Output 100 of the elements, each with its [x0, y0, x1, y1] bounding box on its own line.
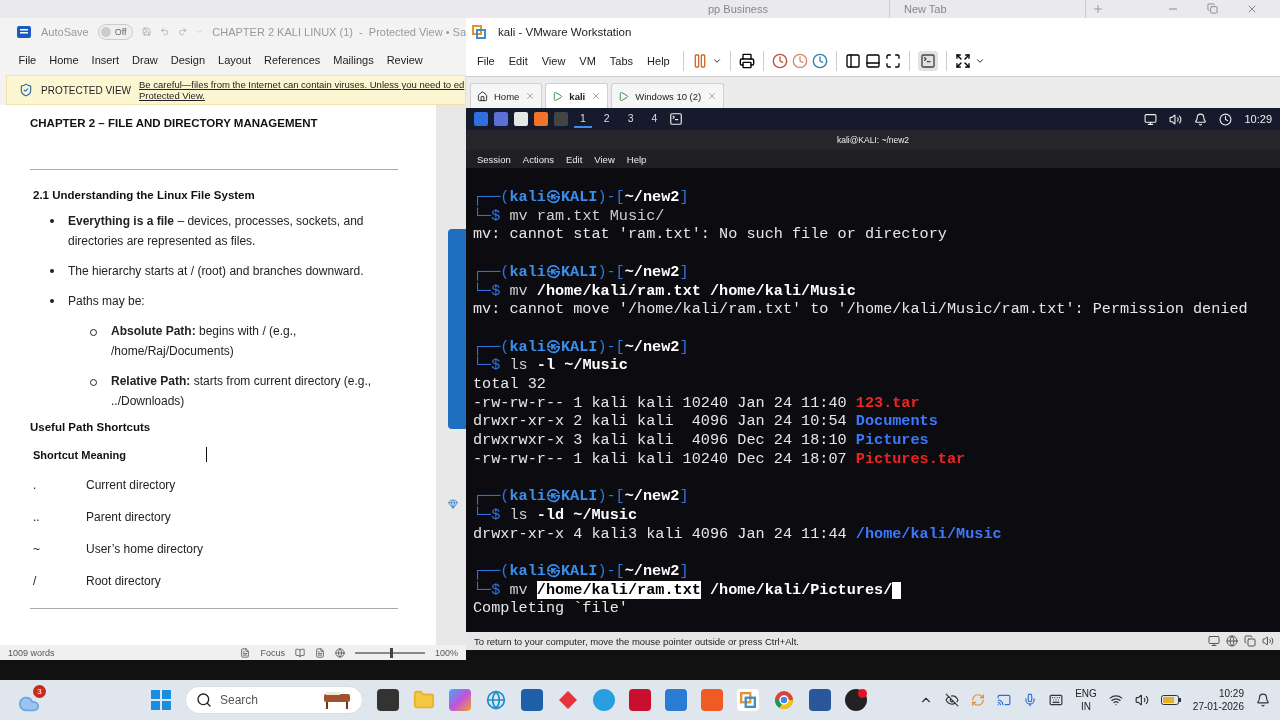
edge-icon[interactable] [485, 689, 507, 711]
table-cell-text: . [32, 478, 38, 494]
microphone-icon[interactable] [1023, 693, 1038, 707]
terminal-line: ┌──(kali㉿KALI)-[~/new2] [473, 562, 689, 580]
language-indicator[interactable]: ENG IN [1075, 687, 1097, 713]
table-cell-text: Root directory [86, 574, 161, 590]
close-icon[interactable] [707, 91, 718, 101]
notifications-icon[interactable] [1256, 693, 1270, 707]
menu-item[interactable]: View [589, 153, 620, 165]
table-cell-text: ~ [32, 542, 41, 558]
workspace-button[interactable]: 1 [574, 110, 592, 128]
window-title: kali - VMware Workstation [498, 25, 632, 38]
menu-item[interactable]: Edit [503, 54, 533, 67]
menu-item[interactable]: Help [642, 54, 675, 67]
ribbon-tab[interactable]: Home [42, 54, 86, 66]
home-icon [477, 90, 488, 102]
menu-item[interactable]: Session [472, 153, 516, 165]
keyboard-icon[interactable] [1049, 693, 1064, 707]
bullet-icon [50, 219, 54, 223]
menu-item[interactable]: File [472, 54, 500, 67]
network-icon[interactable] [1226, 635, 1238, 647]
word-logo-icon [16, 23, 32, 40]
terminal-line: ┌──(kali㉿KALI)-[~/new2] [473, 337, 689, 357]
vmware-app-icon[interactable] [737, 689, 759, 711]
menu-item[interactable]: VM [574, 54, 601, 67]
ribbon-tab[interactable]: Draw [125, 54, 165, 66]
focus-icon [240, 647, 251, 658]
vm-tab[interactable]: Home [470, 83, 543, 108]
terminal-line: drwxr-xr-x 2 kali kali 4096 Jan 24 10:54 Documents [473, 412, 938, 432]
ribbon-tab[interactable]: Insert [85, 54, 126, 66]
bell-icon[interactable] [1194, 112, 1208, 126]
restore-icon[interactable] [1207, 3, 1218, 14]
thumbnail-icon[interactable] [864, 52, 881, 69]
terminal-line: mv: cannot stat 'ram.txt': No such file or directory [473, 225, 947, 245]
protected-view-label: PROTECTED VIEW [41, 84, 131, 96]
web-layout-icon[interactable] [334, 647, 345, 658]
read-mode-icon[interactable] [294, 647, 305, 658]
vmware-logo-icon [472, 24, 486, 39]
gem-icon [448, 499, 458, 509]
ribbon-tab[interactable]: File [12, 54, 43, 66]
text-cursor [892, 581, 902, 599]
terminal[interactable] [466, 168, 1280, 632]
menu-item[interactable]: Actions [517, 153, 559, 165]
autosave-toggle[interactable]: Off [97, 23, 133, 40]
terminal-line: ┌──(kali㉿KALI)-[~/new2] [473, 487, 689, 506]
wifi-icon[interactable] [1108, 693, 1123, 707]
close-icon[interactable] [591, 91, 602, 101]
workspace-button[interactable]: 2 [597, 110, 616, 128]
vm-tab[interactable]: Windows 10 (2) [611, 83, 725, 108]
bullet-text: Paths may be: [68, 293, 145, 310]
chapter-heading: CHAPTER 2 – FILE AND DIRECTORY MANAGEMENT [30, 117, 319, 129]
volume-icon[interactable] [1134, 693, 1149, 707]
sound-icon[interactable] [1262, 635, 1274, 647]
ribbon-tab[interactable]: References [257, 54, 327, 66]
display-icon[interactable] [1144, 112, 1158, 126]
protected-view-message[interactable]: Be careful—files from the Internet can contain viruses. Unless you need to ed Protected View. [139, 79, 465, 101]
workspace-button[interactable]: 4 [645, 110, 664, 128]
bullet-text: The hierarchy starts at / (root) and branches downward. [68, 263, 364, 280]
focus-label[interactable]: Focus [260, 647, 285, 658]
ribbon-tab[interactable]: Design [164, 54, 212, 66]
menu-item[interactable]: Tabs [604, 54, 639, 67]
terminal-line: ┌──(kali㉿KALI)-[~/new2] [473, 262, 689, 281]
terminal-line: -rw-rw-r-- 1 kali kali 10240 Jan 24 11:40 123.tar [473, 393, 920, 413]
print-layout-icon[interactable] [314, 647, 325, 658]
ribbon-tab[interactable]: Review [380, 54, 430, 66]
eye-off-icon[interactable] [945, 693, 960, 707]
terminal-line: drwxrwxr-x 3 kali kali 4096 Dec 24 18:10 Pictures [473, 431, 929, 450]
menu-item[interactable]: Edit [560, 153, 588, 165]
bullet-text: Absolute Path: begins with / (e.g., /home/Raj/Documents) [111, 323, 298, 360]
cast-icon[interactable] [997, 693, 1012, 707]
bullet-icon [50, 299, 54, 303]
library-icon[interactable] [844, 52, 861, 69]
close-icon[interactable] [525, 91, 536, 101]
menu-item[interactable]: Help [621, 153, 652, 165]
clock[interactable]: 10:29 27-01-2026 [1192, 687, 1244, 713]
ribbon-tab[interactable]: Layout [211, 54, 258, 66]
close-icon[interactable] [1246, 3, 1258, 15]
terminal-title: kali@KALI: ~/new2 [836, 135, 910, 145]
menu-item[interactable]: View [536, 54, 571, 67]
zoom-level[interactable]: 100% [434, 647, 458, 658]
console-icon[interactable] [917, 50, 938, 71]
diamond-icon[interactable] [557, 689, 579, 711]
word-count[interactable]: 1009 words [8, 647, 55, 658]
chrome-icon[interactable] [773, 689, 795, 711]
table-cell-text: / [32, 574, 38, 590]
stretch-icon[interactable] [954, 52, 971, 69]
workspace-button[interactable]: 3 [621, 110, 640, 128]
ribbon-tab[interactable]: Mailings [326, 54, 381, 66]
battery-icon[interactable] [1160, 695, 1181, 705]
sync-icon[interactable] [971, 693, 986, 707]
shield-icon [19, 83, 33, 97]
status-message: To return to your computer, move the mouse pointer outside or press Ctrl+Alt. [474, 635, 799, 647]
volume-icon[interactable] [1169, 112, 1183, 126]
search-field[interactable]: Search [185, 686, 363, 714]
vm-tab[interactable]: kali [545, 83, 609, 108]
start-icon[interactable] [151, 690, 171, 710]
table-cell-text: Current directory [86, 478, 176, 494]
bullet-text: Relative Path: starts from current directory (e.g., ../Downloads) [111, 373, 373, 410]
vm-icon [552, 90, 564, 102]
fullscreen-icon[interactable] [884, 52, 901, 69]
